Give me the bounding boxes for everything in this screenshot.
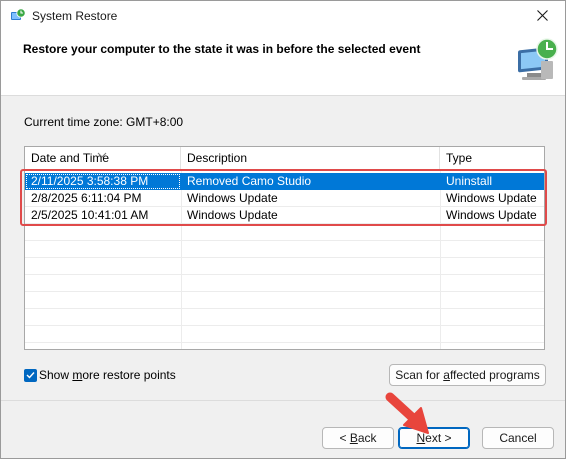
empty-row [25, 258, 544, 275]
column-label: Description [187, 151, 248, 165]
annotation-highlight-box [20, 169, 547, 226]
page-heading: Restore your computer to the state it wa… [23, 42, 421, 56]
scan-affected-programs-button[interactable]: Scan for affected programs [389, 364, 546, 386]
empty-row [25, 275, 544, 292]
checkbox-checked-icon[interactable] [24, 368, 37, 382]
footer-divider [1, 400, 565, 401]
column-header-type[interactable]: Type [440, 147, 544, 170]
column-header-description[interactable]: Description [181, 147, 440, 170]
wizard-header: Restore your computer to the state it wa… [1, 32, 565, 96]
empty-row [25, 326, 544, 343]
checkbox-label: Show more restore points [39, 368, 176, 382]
title-bar: System Restore [1, 1, 565, 32]
list-header: Date and Time Description Type [25, 147, 544, 170]
annotation-arrow-icon [384, 391, 438, 439]
empty-row [25, 309, 544, 326]
show-more-restore-points-checkbox[interactable]: Show more restore points [24, 368, 176, 382]
cancel-button[interactable]: Cancel [482, 427, 554, 449]
system-restore-icon [10, 8, 26, 24]
sort-descending-icon [97, 144, 107, 158]
close-button[interactable] [519, 1, 565, 32]
timezone-label: Current time zone: GMT+8:00 [24, 115, 184, 129]
system-restore-window: System Restore Restore your computer to … [0, 0, 566, 459]
column-header-date[interactable]: Date and Time [25, 147, 181, 170]
empty-row [25, 241, 544, 258]
column-label: Type [446, 151, 473, 165]
empty-row [25, 292, 544, 309]
window-title: System Restore [32, 9, 118, 23]
system-restore-monitor-icon [513, 37, 561, 85]
close-icon [536, 9, 548, 24]
empty-row [25, 224, 544, 241]
